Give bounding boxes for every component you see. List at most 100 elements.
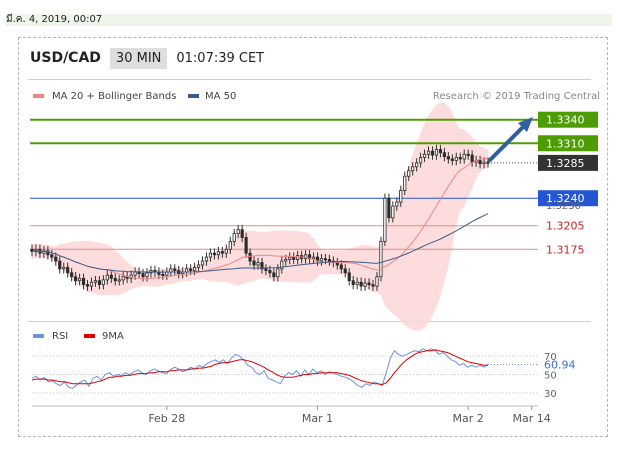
ma9-legend-swatch xyxy=(84,334,95,338)
candle-body xyxy=(486,161,490,164)
candle-body xyxy=(145,272,149,278)
candle-body xyxy=(391,205,395,219)
candle-body xyxy=(236,229,240,234)
level-label: 1.3340 xyxy=(546,114,585,127)
candle-body xyxy=(228,241,232,250)
candle-body xyxy=(252,260,256,266)
candle-body xyxy=(74,276,78,282)
candle-body xyxy=(383,197,387,242)
candle-body xyxy=(93,280,98,283)
candle-body xyxy=(272,272,276,278)
candle-body xyxy=(347,272,351,282)
candle-body xyxy=(204,256,209,262)
candle-body xyxy=(173,268,177,271)
candle-body xyxy=(268,270,272,274)
rsi-line xyxy=(31,348,489,389)
candle-body xyxy=(434,149,439,156)
candle-body xyxy=(327,259,331,262)
candle-body xyxy=(121,276,125,281)
candle-body xyxy=(256,262,260,266)
ma50-legend-swatch xyxy=(188,94,199,98)
candle-body xyxy=(478,160,482,165)
candle-body xyxy=(50,254,54,258)
candle-body xyxy=(482,161,486,165)
candle-body xyxy=(78,277,82,282)
candle-body xyxy=(359,281,363,287)
candle-body xyxy=(264,268,268,271)
chart-canvas: MA 20 + Bollinger Bands MA 50 Research ©… xyxy=(30,91,600,425)
candle-body xyxy=(101,279,105,285)
candle-body xyxy=(311,256,316,260)
candle-body xyxy=(454,156,458,161)
candle-body xyxy=(200,260,205,266)
candle-body xyxy=(446,156,450,160)
ma9-legend-label: 9MA xyxy=(102,331,124,342)
x-tick-label: Mar 14 xyxy=(512,412,550,425)
candle-body xyxy=(304,254,308,260)
candle-body xyxy=(109,274,113,279)
candle-body xyxy=(363,282,367,287)
candle-body xyxy=(105,274,109,281)
candle-body xyxy=(296,255,300,260)
candle-body xyxy=(367,282,371,285)
candle-body xyxy=(85,284,90,287)
candle-body xyxy=(407,170,411,177)
research-credit: Research © 2019 Trading Central xyxy=(433,91,600,102)
candle-body xyxy=(216,251,220,256)
ma20-legend-swatch xyxy=(33,94,44,98)
candle-body xyxy=(212,252,216,256)
level-label: 1.3310 xyxy=(546,137,585,150)
candle-body xyxy=(462,153,466,160)
bollinger-band xyxy=(32,102,488,331)
candle-body xyxy=(248,252,252,262)
candle-body xyxy=(189,268,193,271)
candle-body xyxy=(292,256,296,260)
candle-body xyxy=(81,277,86,285)
candle-body xyxy=(113,277,117,282)
candle-body xyxy=(240,229,244,238)
candle-body xyxy=(355,281,359,285)
candle-body xyxy=(415,162,419,168)
candle-body xyxy=(66,266,70,274)
candle-body xyxy=(426,150,431,155)
candle-body xyxy=(375,276,379,287)
candle-body xyxy=(117,279,121,282)
candle-body xyxy=(196,264,201,268)
candle-body xyxy=(58,260,62,270)
candle-body xyxy=(232,233,236,242)
candle-body xyxy=(339,264,343,270)
candle-body xyxy=(351,280,355,285)
candle-body xyxy=(89,281,94,287)
candle-body xyxy=(470,154,474,163)
candle-body xyxy=(419,156,423,164)
candle-body xyxy=(395,201,399,207)
candle-body xyxy=(280,260,284,270)
rsi-tick-label: 30 xyxy=(544,389,557,400)
candle-body xyxy=(323,258,328,261)
candle-body xyxy=(220,251,224,254)
candle-body xyxy=(62,266,66,270)
candle-body xyxy=(379,241,383,278)
candle-body xyxy=(244,237,248,254)
candle-body xyxy=(371,284,375,287)
candle-body xyxy=(403,175,407,191)
level-label: 1.3205 xyxy=(546,220,585,233)
rsi-legend-label: RSI xyxy=(52,331,68,342)
level-label: 1.3175 xyxy=(546,243,585,256)
candle-body xyxy=(387,197,391,219)
candle-body xyxy=(442,152,446,158)
x-tick-label: Feb 28 xyxy=(148,412,185,425)
candle-body xyxy=(466,153,470,156)
candle-body xyxy=(224,248,228,254)
candle-body xyxy=(438,149,442,154)
rsi-legend-swatch xyxy=(33,334,44,338)
x-tick-label: Mar 1 xyxy=(302,412,333,425)
ma50-legend-label: MA 50 xyxy=(205,91,236,102)
candle-body xyxy=(161,273,165,276)
x-tick-label: Mar 2 xyxy=(453,412,484,425)
candle-body xyxy=(141,273,145,278)
candle-body xyxy=(319,258,324,262)
rsi-last-value: 60.94 xyxy=(544,358,576,371)
candle-body xyxy=(288,256,292,260)
candle-body xyxy=(399,189,403,203)
